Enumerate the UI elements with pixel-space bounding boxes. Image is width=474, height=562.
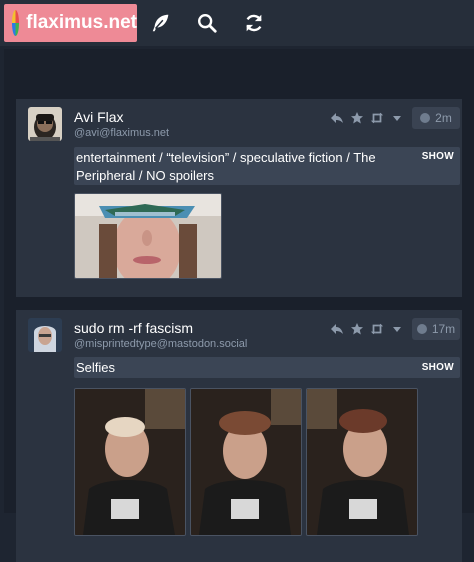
content-warning: Selfies SHOW	[74, 357, 460, 378]
display-name[interactable]: sudo rm -rf fascism	[74, 320, 193, 336]
media-attachment[interactable]	[74, 388, 186, 536]
media-attachment[interactable]	[190, 388, 302, 536]
chevron-down-icon	[393, 116, 401, 121]
star-icon	[351, 112, 363, 124]
status-actions	[330, 109, 404, 127]
media-attachment[interactable]	[306, 388, 418, 536]
visibility-globe-icon	[416, 324, 427, 334]
status-card[interactable]: Avi Flax @avi@flaximus.net 2m entertainm…	[16, 99, 462, 297]
boost-icon	[370, 112, 384, 124]
timestamp-badge[interactable]: 17m	[412, 318, 460, 340]
account-handle[interactable]: @misprintedtype@mastodon.social	[74, 338, 247, 350]
display-name[interactable]: Avi Flax	[74, 109, 124, 125]
reply-icon	[331, 324, 343, 334]
avatar[interactable]	[28, 318, 62, 352]
feather-icon	[152, 14, 169, 32]
chevron-down-icon	[393, 327, 401, 332]
refresh-icon	[246, 14, 262, 32]
flaximus-logo-icon	[12, 10, 20, 36]
brand-home-link[interactable]: flaximus.net	[4, 4, 137, 42]
compose-button[interactable]	[146, 8, 176, 38]
reply-icon	[331, 113, 343, 123]
boost-icon	[370, 323, 384, 335]
boost-button[interactable]	[370, 111, 384, 125]
reply-button[interactable]	[330, 111, 344, 125]
timestamp-badge[interactable]: 2m	[412, 107, 460, 129]
timestamp: 17m	[431, 322, 456, 336]
brand-name: flaximus.net	[26, 12, 137, 33]
star-icon	[351, 323, 363, 335]
more-options-button[interactable]	[390, 322, 404, 336]
visibility-globe-icon	[420, 113, 431, 123]
content-warning: entertainment / “television” / speculati…	[74, 147, 460, 185]
favourite-button[interactable]	[350, 322, 364, 336]
search-button[interactable]	[192, 8, 222, 38]
content-warning-text: Selfies	[76, 360, 116, 375]
timestamp: 2m	[435, 111, 452, 125]
show-button[interactable]: SHOW	[422, 362, 454, 373]
status-card[interactable]: sudo rm -rf fascism @misprintedtype@mast…	[16, 310, 462, 562]
timeline[interactable]: Avi Flax @avi@flaximus.net 2m entertainm…	[4, 49, 474, 562]
media-attachment[interactable]	[74, 193, 222, 279]
refresh-button[interactable]	[239, 8, 269, 38]
more-options-button[interactable]	[390, 111, 404, 125]
search-icon	[198, 14, 217, 33]
content-warning-text: entertainment / “television” / speculati…	[76, 150, 376, 183]
account-handle[interactable]: @avi@flaximus.net	[74, 127, 169, 139]
top-bar: flaximus.net	[0, 0, 474, 46]
boost-button[interactable]	[370, 322, 384, 336]
show-button[interactable]: SHOW	[422, 151, 454, 162]
reply-button[interactable]	[330, 322, 344, 336]
avatar[interactable]	[28, 107, 62, 141]
status-actions	[330, 320, 404, 338]
favourite-button[interactable]	[350, 111, 364, 125]
